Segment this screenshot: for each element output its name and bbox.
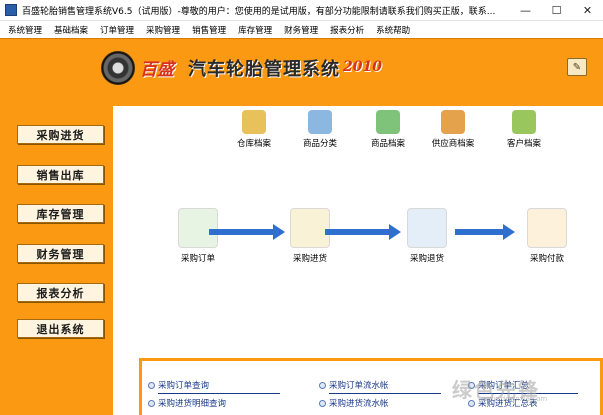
maximize-button[interactable]: ☐ (541, 0, 572, 21)
minimize-button[interactable]: — (510, 0, 541, 21)
sidebar-sales-button[interactable]: 销售出库 (17, 165, 104, 184)
product-file-icon (376, 110, 400, 134)
customer-file-button[interactable]: 客户档案 (494, 110, 554, 149)
link-purchase-order-query[interactable]: 采购订单查询 (148, 379, 280, 394)
title-bar: 百盛轮胎销售管理系统V6.5（试用版）-尊敬的用户：您使用的是试用版，有部分功能… (0, 0, 603, 21)
purchase-payment-icon (527, 208, 567, 248)
flow-arrow (325, 224, 401, 240)
menu-sales[interactable]: 销售管理 (192, 24, 226, 36)
menu-base-files[interactable]: 基础档案 (54, 24, 88, 36)
purchase-order-label: 采购订单 (180, 254, 215, 264)
tire-logo-icon (101, 51, 135, 85)
menu-bar: 系统管理 基础档案 订单管理 采购管理 销售管理 库存管理 财务管理 报表分析 … (0, 21, 603, 38)
system-year: 2010 (343, 59, 382, 75)
purchase-payment-button[interactable]: 采购付款 (516, 208, 578, 264)
watermark-url: www.downxia.com (482, 395, 548, 403)
link-icon (148, 399, 155, 407)
link-icon (319, 381, 326, 389)
menu-reports[interactable]: 报表分析 (330, 24, 364, 36)
link-purchase-receive-detail[interactable]: 采购进货明细查询 (148, 397, 226, 409)
link-label: 采购订单查询 (158, 381, 210, 391)
purchase-payment-label: 采购付款 (529, 254, 564, 264)
link-icon (148, 381, 155, 389)
supplier-file-label: 供应商档案 (431, 139, 475, 149)
product-category-button[interactable]: 商品分类 (290, 110, 350, 149)
system-name: 汽车轮胎管理系统 (188, 59, 340, 80)
sidebar-exit-button[interactable]: 退出系统 (17, 319, 104, 338)
product-category-label: 商品分类 (302, 139, 337, 149)
link-purchase-receive-ledger[interactable]: 采购进货流水帐 (319, 397, 389, 409)
sidebar-reports-button[interactable]: 报表分析 (17, 283, 104, 302)
link-label: 采购订单流水帐 (329, 381, 389, 391)
sidebar: 采购进货 销售出库 库存管理 财务管理 报表分析 退出系统 (0, 106, 113, 415)
menu-help[interactable]: 系统帮助 (376, 24, 410, 36)
customer-file-label: 客户档案 (506, 139, 541, 149)
link-icon (319, 399, 326, 407)
menu-inventory[interactable]: 库存管理 (238, 24, 272, 36)
supplier-icon (441, 110, 465, 134)
purchase-return-label: 采购退货 (409, 254, 444, 264)
link-label: 采购进货流水帐 (329, 399, 389, 409)
warehouse-file-label: 仓库档案 (236, 139, 271, 149)
link-label: 采购进货明细查询 (158, 399, 227, 409)
warehouse-icon (242, 110, 266, 134)
flow-arrow (209, 224, 285, 240)
purchase-return-button[interactable]: 采购退货 (396, 208, 458, 264)
product-file-label: 商品档案 (370, 139, 405, 149)
category-icon (308, 110, 332, 134)
menu-finance[interactable]: 财务管理 (284, 24, 318, 36)
menu-purchase[interactable]: 采购管理 (146, 24, 180, 36)
purchase-receive-label: 采购进货 (292, 254, 327, 264)
sidebar-inventory-button[interactable]: 库存管理 (17, 204, 104, 223)
purchase-receive-icon (290, 208, 330, 248)
product-file-button[interactable]: 商品档案 (358, 110, 418, 149)
flow-arrow (455, 224, 515, 240)
link-purchase-order-ledger[interactable]: 采购订单流水帐 (319, 379, 441, 394)
sidebar-purchase-button[interactable]: 采购进货 (17, 125, 104, 144)
settings-tool-icon[interactable]: ✎ (567, 58, 587, 76)
header-banner: 百盛 汽车轮胎管理系统 2010 ✎ (0, 38, 603, 106)
sidebar-finance-button[interactable]: 财务管理 (17, 244, 104, 263)
menu-system[interactable]: 系统管理 (8, 24, 42, 36)
menu-orders[interactable]: 订单管理 (100, 24, 134, 36)
window-title: 百盛轮胎销售管理系统V6.5（试用版）-尊敬的用户：您使用的是试用版，有部分功能… (22, 6, 496, 17)
close-button[interactable]: ✕ (572, 0, 603, 21)
brand-name: 百盛 (140, 60, 174, 80)
warehouse-file-button[interactable]: 仓库档案 (224, 110, 284, 149)
app-icon (5, 4, 17, 16)
supplier-file-button[interactable]: 供应商档案 (423, 110, 483, 149)
customer-icon (512, 110, 536, 134)
purchase-return-icon (407, 208, 447, 248)
window-controls: — ☐ ✕ (510, 0, 603, 21)
